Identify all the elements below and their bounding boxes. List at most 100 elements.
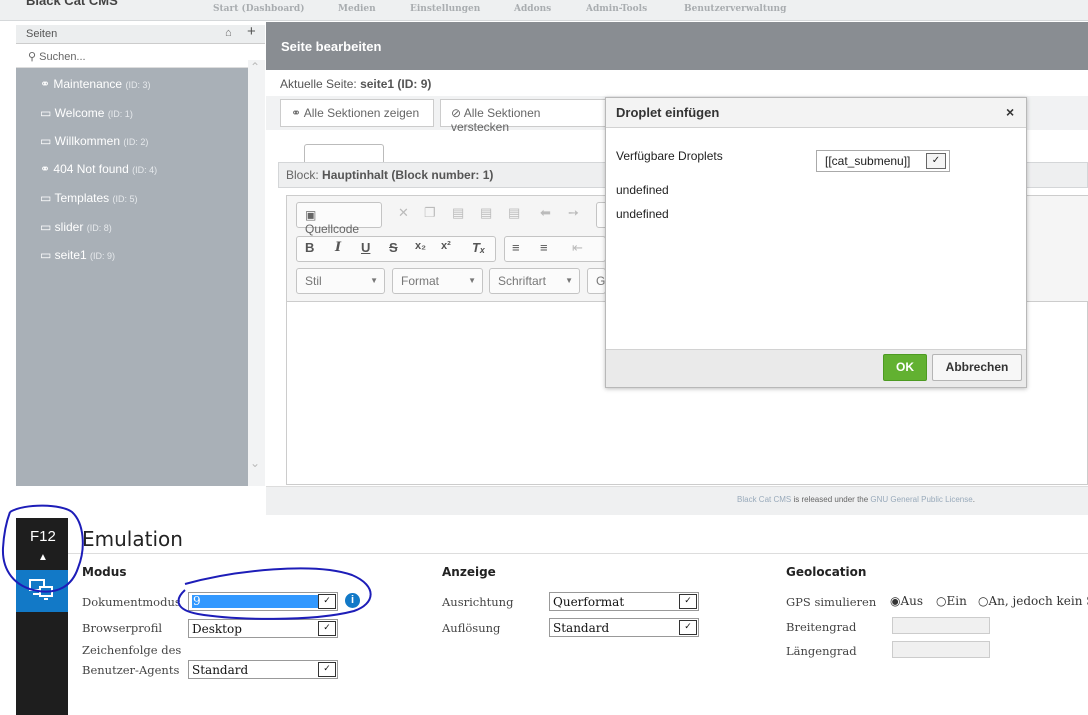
format-select[interactable]: Format ▼ — [392, 268, 483, 294]
geolocation-heading: Geolocation — [786, 565, 867, 579]
page-tree — [16, 68, 248, 486]
droplet-dialog — [605, 97, 1027, 388]
eye-icon: ⚭ — [291, 106, 304, 120]
page-item-seite1[interactable]: ▭ seite1 (ID: 9) — [40, 248, 115, 262]
cancel-button[interactable]: Abbrechen — [932, 354, 1022, 381]
doc-mode-select[interactable]: 9 ✓ — [188, 592, 338, 611]
page-tree-scrollbar[interactable]: ⌃ ⌄ — [248, 60, 265, 486]
gps-label: GPS simulieren — [786, 595, 877, 609]
orientation-label: Ausrichtung — [442, 595, 514, 609]
app-logo[interactable]: Black Cat CMS — [26, 0, 118, 8]
nav-admin-tools[interactable]: Admin-Tools — [586, 4, 647, 14]
search-placeholder: ⚲ Suchen... — [28, 51, 86, 63]
nav-settings[interactable]: Einstellungen — [410, 4, 480, 14]
monitor-icon: ▭ — [40, 248, 55, 262]
close-icon[interactable]: × — [1006, 104, 1014, 120]
paste-word-icon[interactable]: ▤ — [508, 205, 520, 221]
chevron-down-icon: ▼ — [565, 276, 573, 285]
copy-icon[interactable]: ❐ — [424, 205, 436, 221]
monitor-icon: ▭ — [40, 191, 55, 205]
paste-text-icon[interactable]: ▤ — [480, 205, 492, 221]
chevron-down-icon: ✓ — [318, 594, 336, 609]
add-page-icon[interactable]: + — [247, 23, 256, 40]
block-label: Block: Hauptinhalt (Block number: 1) — [286, 168, 494, 182]
font-select[interactable]: Schriftart ▼ — [489, 268, 580, 294]
nav-user-management[interactable]: Benutzerverwaltung — [684, 4, 786, 14]
home-icon[interactable]: ⌂ — [225, 27, 232, 39]
underline-button[interactable]: U — [361, 240, 370, 255]
paste-icon[interactable]: ▤ — [452, 205, 464, 221]
longitude-label: Längengrad — [786, 644, 857, 658]
nav-addons[interactable]: Addons — [514, 4, 551, 14]
cut-icon[interactable]: ✕ — [398, 205, 409, 221]
orientation-select[interactable]: Querformat ✓ — [549, 592, 699, 611]
resolution-label: Auflösung — [442, 621, 501, 635]
source-icon: ▣ — [305, 208, 317, 222]
search-icon: ⚲ — [28, 51, 37, 63]
monitor-icon: ▭ — [40, 106, 55, 120]
f12-label[interactable]: F12 — [30, 528, 56, 545]
anzeige-heading: Anzeige — [442, 565, 496, 579]
block-tab[interactable] — [304, 144, 384, 162]
user-agent-select[interactable]: Standard ✓ — [188, 660, 338, 679]
page-item-404[interactable]: ⚭ 404 Not found (ID: 4) — [40, 162, 157, 176]
page-item-maintenance[interactable]: ⚭ Maintenance (ID: 3) — [40, 77, 150, 91]
outdent-icon[interactable]: ⇤ — [572, 240, 583, 256]
emulation-icon — [29, 579, 53, 600]
page-title: Seite bearbeiten — [281, 39, 382, 54]
footer-text: Black Cat CMS is released under the GNU … — [737, 495, 975, 504]
scroll-down-icon[interactable]: ⌄ — [250, 456, 260, 470]
collapse-up-icon[interactable]: ▲ — [38, 552, 48, 563]
undo-icon[interactable]: ⬅ — [540, 205, 551, 221]
style-select[interactable]: Stil ▼ — [296, 268, 385, 294]
resolution-select[interactable]: Standard ✓ — [549, 618, 699, 637]
license-link[interactable]: GNU General Public License — [870, 495, 972, 504]
divider — [68, 553, 1088, 554]
radio-aus[interactable]: ◉Aus — [890, 594, 923, 608]
ok-button[interactable]: OK — [883, 354, 927, 381]
longitude-input[interactable] — [892, 641, 990, 658]
dialog-title: Droplet einfügen — [616, 105, 720, 120]
panel-title: Emulation — [82, 527, 183, 551]
chevron-down-icon: ✓ — [679, 594, 697, 609]
bold-button[interactable]: B — [305, 240, 314, 255]
chevron-down-icon: ✓ — [926, 153, 946, 169]
browser-profile-select[interactable]: Desktop ✓ — [188, 619, 338, 638]
devtools-sidebar — [16, 518, 68, 715]
radio-empty-icon: ○ — [936, 594, 947, 608]
source-button[interactable]: ▣ Quellcode — [296, 202, 382, 236]
size-select[interactable]: G — [587, 268, 606, 294]
show-all-sections-button[interactable]: ⚭ Alle Sektionen zeigen — [280, 99, 434, 127]
emulation-tab[interactable] — [16, 570, 68, 612]
page-item-willkommen[interactable]: ▭ Willkommen (ID: 2) — [40, 134, 148, 148]
bulleted-list-icon[interactable]: ≡ — [540, 240, 548, 255]
redo-icon[interactable]: ➙ — [568, 205, 579, 221]
strikethrough-button[interactable]: S — [389, 240, 398, 255]
nav-dashboard[interactable]: Start (Dashboard) — [213, 4, 304, 14]
page-item-welcome[interactable]: ▭ Welcome (ID: 1) — [40, 106, 133, 120]
doc-mode-label: Dokumentmodus — [82, 595, 181, 609]
info-icon[interactable]: i — [345, 593, 360, 608]
numbered-list-icon[interactable]: ≡ — [512, 240, 520, 255]
hide-all-sections-button[interactable]: ⊘ Alle Sektionen verstecken — [440, 99, 610, 134]
page-item-templates[interactable]: ▭ Templates (ID: 5) — [40, 191, 138, 205]
remove-format-button[interactable]: Tₓ — [472, 240, 485, 255]
nav-media[interactable]: Medien — [338, 4, 376, 14]
scroll-up-icon[interactable]: ⌃ — [250, 60, 260, 74]
radio-partial[interactable]: ○An, jedoch kein Si — [978, 594, 1088, 608]
subscript-button[interactable]: x₂ — [415, 240, 426, 252]
footer-brand-link[interactable]: Black Cat CMS — [737, 495, 791, 504]
eye-slash-icon: ⊘ — [451, 106, 464, 120]
sidebar-title: Seiten — [26, 28, 58, 40]
browser-profile-label: Browserprofil — [82, 621, 163, 635]
radio-empty-icon: ○ — [978, 594, 989, 608]
radio-selected-icon: ◉ — [890, 594, 901, 608]
chevron-down-icon: ✓ — [679, 620, 697, 635]
droplet-select[interactable]: [[cat_submenu]] ✓ — [816, 150, 950, 172]
italic-button[interactable]: I — [335, 240, 341, 255]
page-item-slider[interactable]: ▭ slider (ID: 8) — [40, 220, 112, 234]
radio-ein[interactable]: ○Ein — [936, 594, 967, 608]
latitude-input[interactable] — [892, 617, 990, 634]
superscript-button[interactable]: x² — [441, 240, 451, 252]
chevron-down-icon: ▼ — [370, 276, 378, 285]
